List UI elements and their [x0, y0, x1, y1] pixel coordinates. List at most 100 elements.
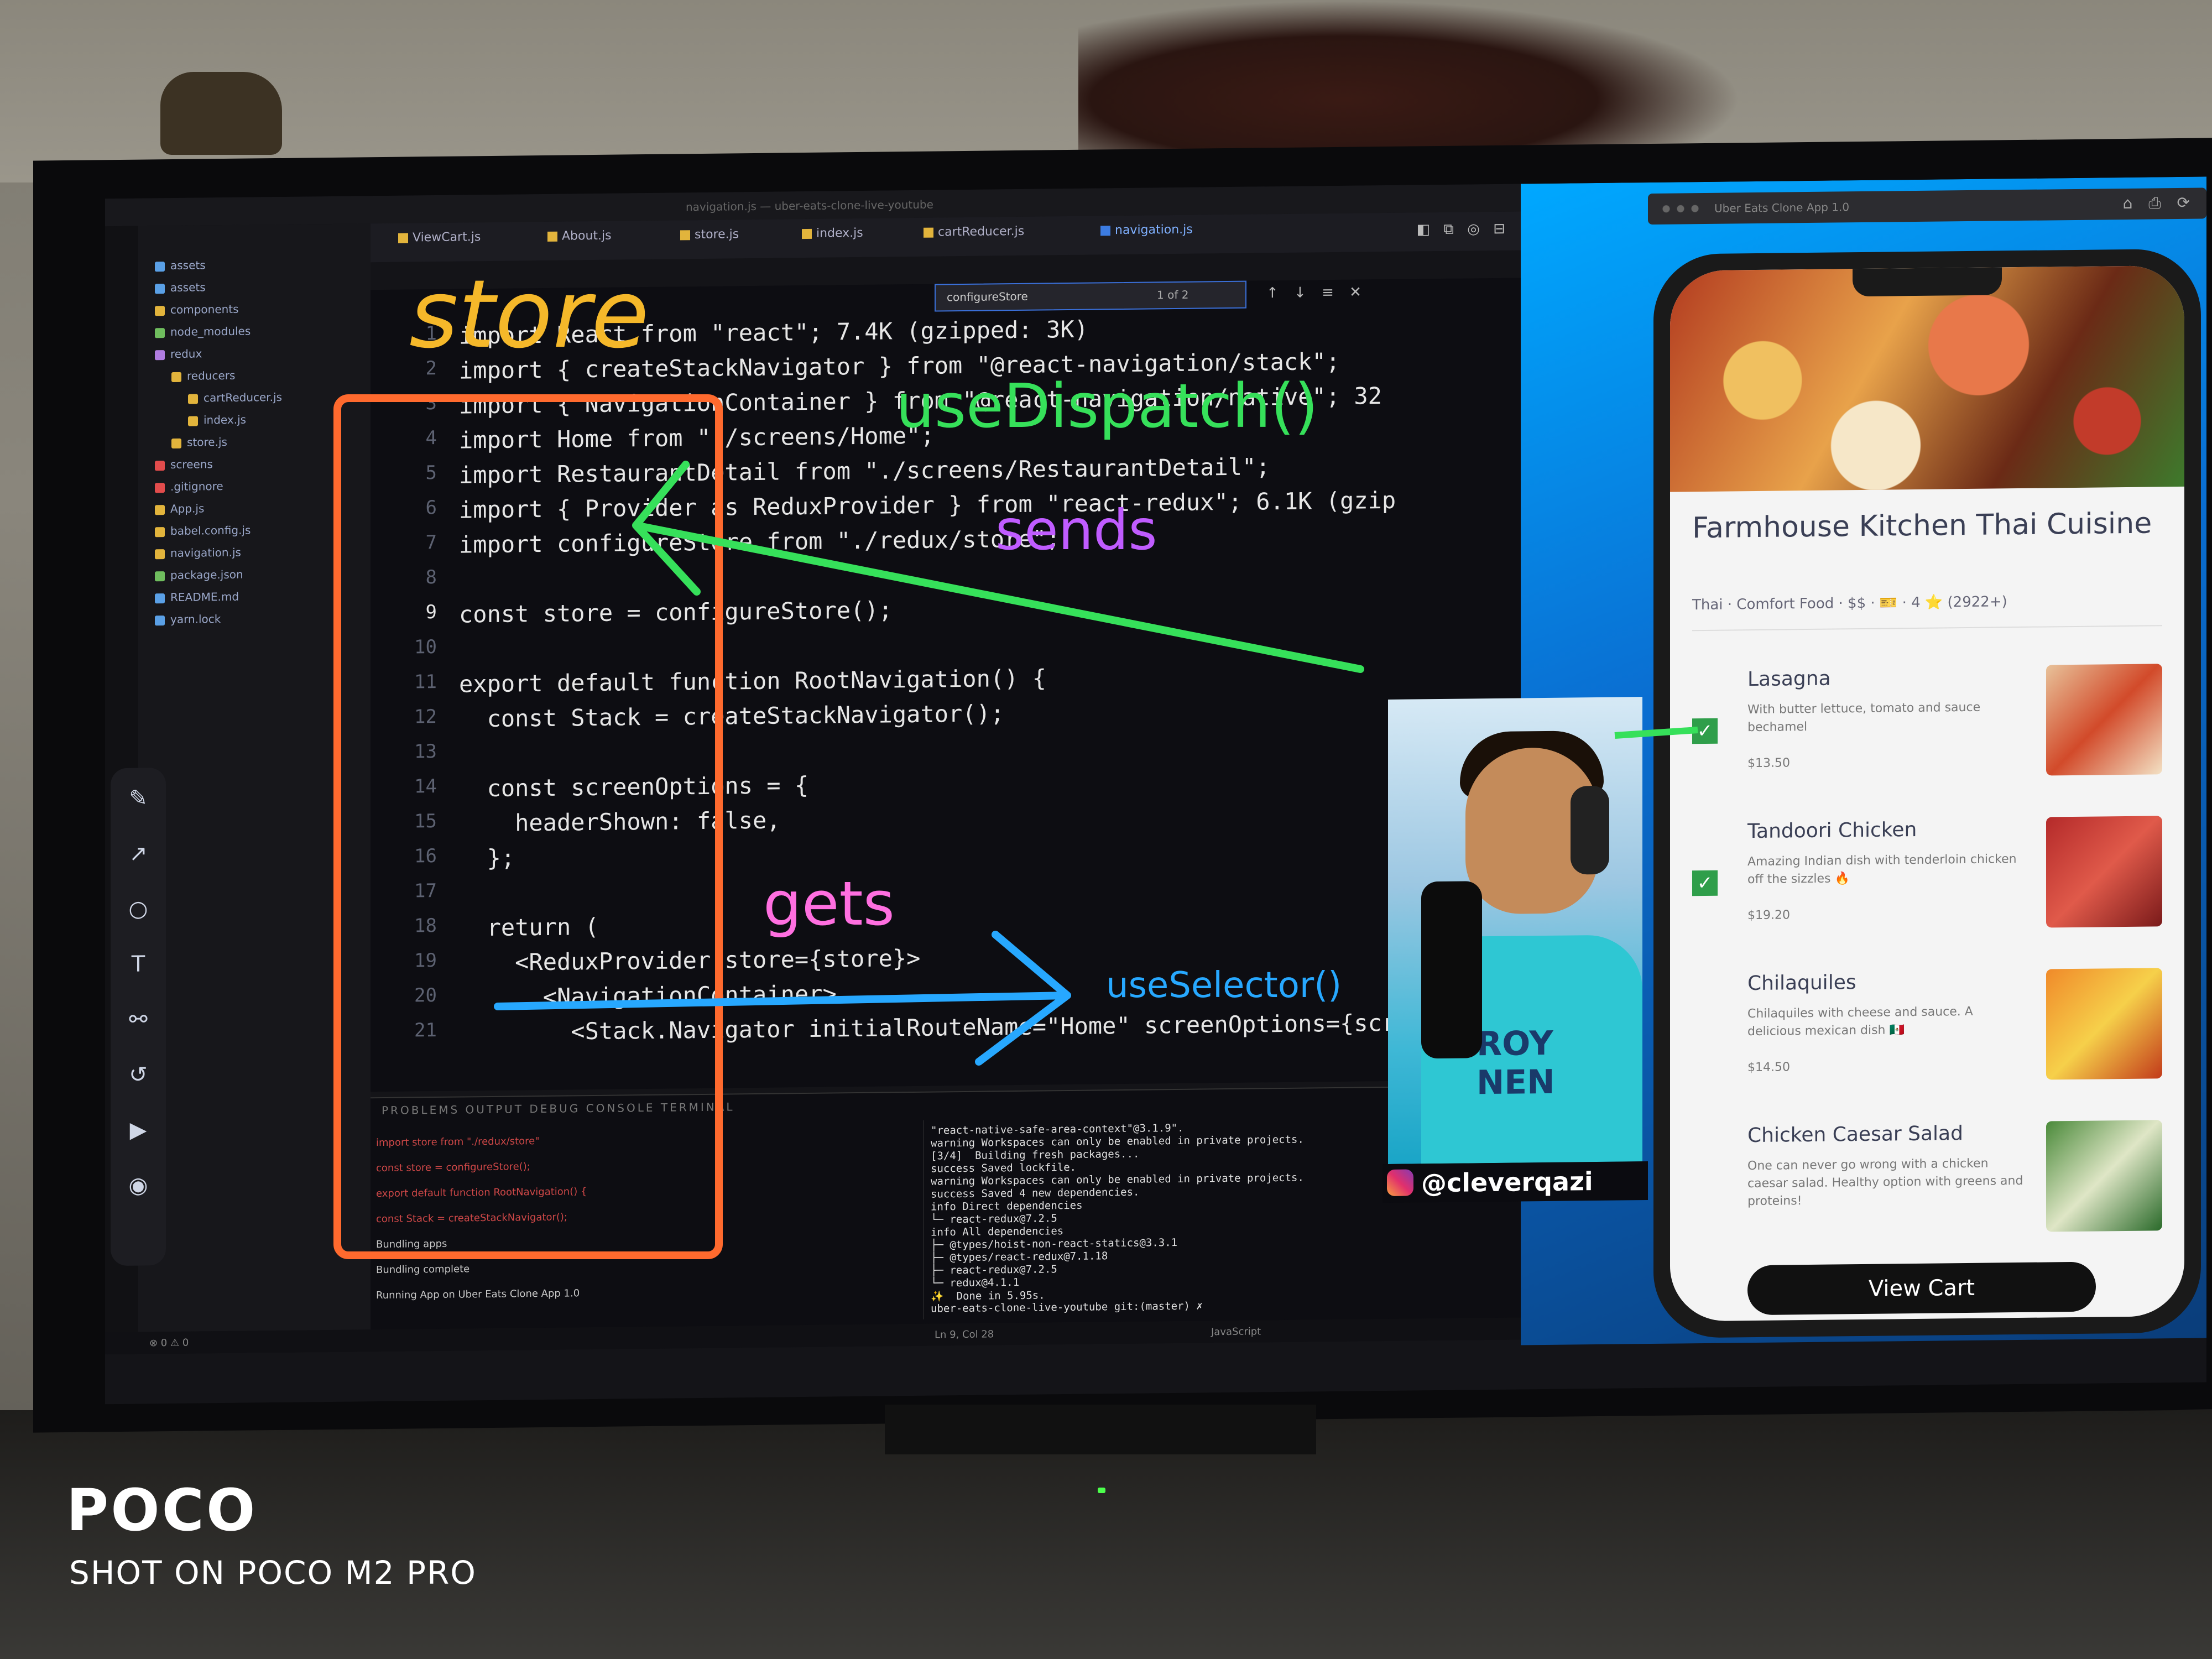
line-number: 12	[414, 705, 437, 728]
divider	[1692, 625, 2162, 632]
menu-item-image	[2046, 1120, 2162, 1232]
simulator-title: Uber Eats Clone App 1.0	[1714, 200, 1850, 215]
find-tools[interactable]: ↑ ↓ ≡ ✕	[1266, 284, 1367, 301]
code-text: import configureStore from "./redux/stor…	[459, 525, 1061, 559]
tab-viewcart[interactable]: ViewCart.js	[398, 230, 481, 253]
instagram-icon	[1387, 1169, 1413, 1196]
menu-item[interactable]: ✓ Tandoori Chicken Amazing Indian dish wit…	[1692, 816, 2168, 959]
tree-item-readme[interactable]: README.md	[155, 590, 239, 608]
tree-item-assets[interactable]: assets	[155, 258, 206, 275]
pen-tool-icon[interactable]: ✎	[124, 784, 152, 812]
menu-item-name: Chicken Caesar Salad	[1747, 1122, 1963, 1147]
output-line: Bundling apps	[376, 1238, 447, 1251]
terminal-line: [3/4] Building fresh packages...	[931, 1147, 1140, 1162]
tree-item-yarnlock[interactable]: yarn.lock	[155, 612, 221, 629]
checkbox-checked-icon[interactable]: ✓	[1692, 718, 1718, 744]
terminal-line: ├─ @types/react-redux@7.1.18	[931, 1250, 1108, 1264]
terminal-line: └─ react-redux@7.2.5	[931, 1212, 1057, 1226]
bottom-panel: PROBLEMS OUTPUT DEBUG CONSOLE TERMINAL i…	[371, 1085, 1521, 1331]
text-tool-icon[interactable]: T	[124, 950, 152, 978]
record-tool-icon[interactable]: ▶	[124, 1116, 152, 1144]
undo-tool-icon[interactable]: ↺	[124, 1061, 152, 1089]
menu-item-description: Chilaquiles with cheese and sauce. A del…	[1747, 1004, 1973, 1039]
line-number: 11	[414, 670, 437, 693]
tab-about[interactable]: About.js	[547, 229, 612, 252]
menu-item[interactable]: ✓ Lasagna With butter lettuce, tomato and …	[1692, 664, 2168, 807]
tree-item-index[interactable]: index.js	[188, 413, 246, 430]
circle-tool-icon[interactable]: ○	[124, 895, 152, 923]
tab-index[interactable]: index.js	[802, 226, 863, 249]
line-number: 3	[425, 392, 437, 415]
power-led	[1098, 1488, 1105, 1493]
checkbox-checked-icon[interactable]: ✓	[1692, 870, 1718, 896]
tree-item-gitignore[interactable]: .gitignore	[155, 479, 223, 497]
tree-item-screens[interactable]: screens	[155, 457, 213, 474]
phone-screen: Farmhouse Kitchen Thai Cuisine Thai · Co…	[1670, 265, 2184, 1322]
find-count: 1 of 2	[1157, 288, 1189, 302]
code-text: import Home from "./screens/Home";	[459, 421, 935, 454]
tree-item-package[interactable]: package.json	[155, 568, 243, 586]
tree-item-components[interactable]: components	[155, 302, 239, 320]
terminal-line: └─ redux@4.1.1	[931, 1276, 1020, 1290]
tree-item-cartreducer[interactable]: cartReducer.js	[188, 390, 282, 408]
line-number: 7	[425, 531, 437, 554]
line-number: 19	[414, 949, 437, 972]
line-number: 20	[414, 984, 437, 1007]
arrow-tool-icon[interactable]: ↗	[124, 839, 152, 868]
terminal-line: info Direct dependencies	[931, 1199, 1083, 1213]
tree-item-app[interactable]: App.js	[155, 502, 204, 519]
tree-item-assets2[interactable]: assets	[155, 280, 206, 298]
menu-item[interactable]: Chicken Caesar Salad One can never go wro…	[1692, 1120, 2168, 1263]
tree-item-redux[interactable]: redux	[155, 347, 202, 364]
monitor-stand	[885, 1405, 1316, 1454]
tab-navigation[interactable]: navigation.js	[1100, 223, 1193, 246]
restaurant-title: Farmhouse Kitchen Thai Cuisine	[1692, 507, 2152, 545]
menu-item-image	[2046, 664, 2162, 776]
tree-item-reducers[interactable]: reducers	[171, 369, 235, 386]
line-number: 5	[425, 461, 437, 484]
tree-item-node-modules[interactable]: node_modules	[155, 325, 251, 342]
tree-item-babel[interactable]: babel.config.js	[155, 524, 251, 541]
menu-item-description: With butter lettuce, tomato and sauce be…	[1747, 700, 1981, 735]
annotation-gets: gets	[763, 868, 895, 939]
menu-item-name: Lasagna	[1747, 667, 1831, 691]
simulator-actions[interactable]: ⌂ ⎙ ⟳	[2123, 194, 2195, 213]
monitor: navigation.js — uber-eats-clone-live-you…	[33, 138, 2212, 1433]
menu-item[interactable]: Chilaquiles Chilaquiles with cheese and s…	[1692, 968, 2168, 1111]
editor-actions[interactable]: ◧ ⧉ ◎ ⊟	[1417, 221, 1510, 239]
line-number: 8	[425, 566, 437, 589]
code-text: const screenOptions = {	[459, 771, 809, 802]
terminal-line: uber-eats-clone-live-youtube git:(master…	[931, 1300, 1203, 1315]
terminal-line: info All dependencies	[931, 1225, 1064, 1239]
annotation-store: store	[409, 260, 649, 369]
line-number: 9	[425, 601, 437, 624]
handle-text: @cleverqazi	[1421, 1166, 1593, 1198]
code-text: headerShown: false,	[459, 806, 781, 837]
find-input[interactable]: configureStore	[947, 290, 1028, 304]
color-tool-icon[interactable]: ◉	[124, 1171, 152, 1199]
restaurant-hero-image	[1670, 265, 2184, 492]
line-number: 6	[425, 496, 437, 519]
line-number: 4	[425, 426, 437, 450]
menu-item-image	[2046, 816, 2162, 928]
output-line: export default function RootNavigation()…	[376, 1186, 587, 1200]
menu-item-price: $19.20	[1747, 908, 1790, 923]
menu-item-image	[2046, 968, 2162, 1080]
tree-item-store[interactable]: store.js	[171, 435, 227, 452]
output-line: Running App on Uber Eats Clone App 1.0	[376, 1287, 580, 1302]
output-line: import store from "./redux/store"	[376, 1135, 540, 1149]
panel-tabs[interactable]: PROBLEMS OUTPUT DEBUG CONSOLE TERMINAL	[382, 1100, 735, 1117]
tree-item-navigation[interactable]: navigation.js	[155, 546, 241, 564]
find-widget[interactable]: configureStore 1 of 2	[935, 280, 1246, 312]
streamer-handle: @cleverqazi	[1383, 1161, 1648, 1203]
tab-store[interactable]: store.js	[680, 227, 739, 250]
annotation-sends: sends	[995, 498, 1157, 562]
link-tool-icon[interactable]: ⚯	[124, 1005, 152, 1034]
code-text: <NavigationContainer>	[459, 980, 837, 1011]
elephant-figurine	[160, 72, 282, 155]
view-cart-button[interactable]: View Cart	[1747, 1261, 2096, 1316]
tab-cartreducer[interactable]: cartReducer.js	[924, 225, 1024, 248]
window-controls-icon[interactable]	[1659, 204, 1703, 213]
code-text: };	[459, 844, 515, 872]
restaurant-meta: Thai · Comfort Food · $$ · 🎫 · 4 ⭐ (2922…	[1692, 593, 2007, 614]
